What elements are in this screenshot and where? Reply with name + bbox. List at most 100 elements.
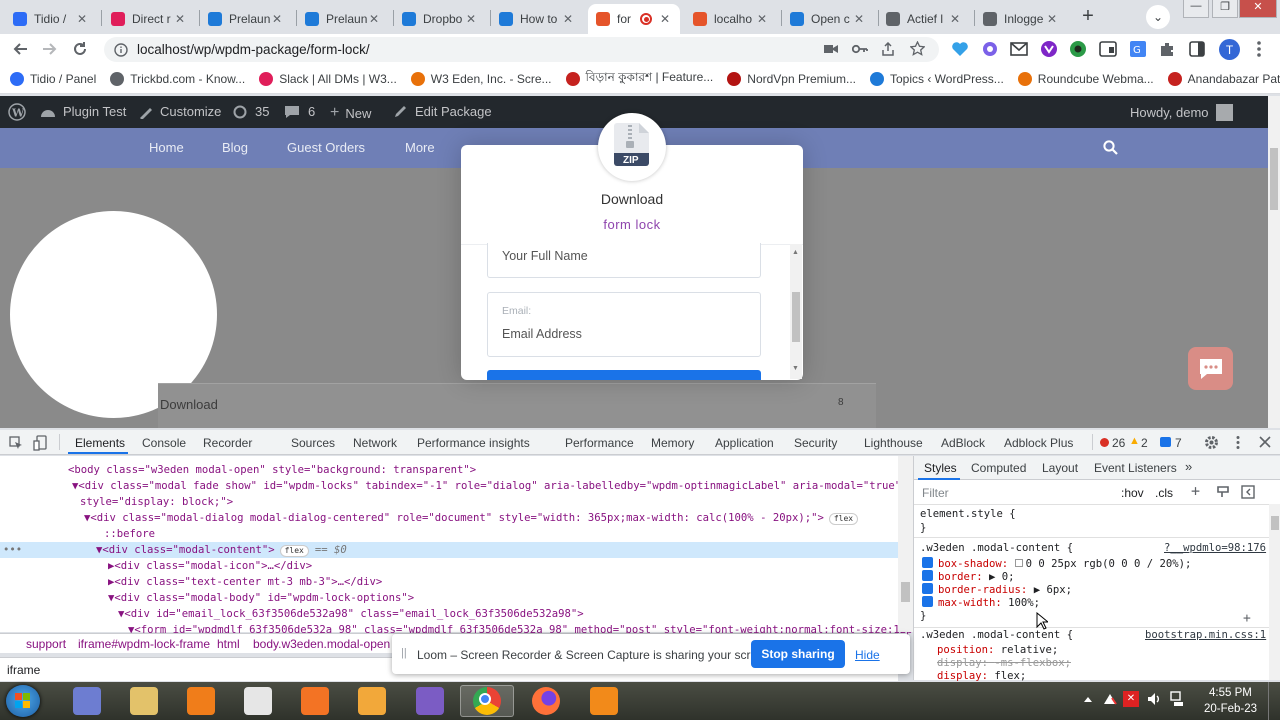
close-tab-icon[interactable]: ✕	[367, 12, 381, 26]
flex-badge[interactable]: flex	[279, 545, 309, 557]
admin-updates-link[interactable]: 35	[232, 104, 269, 119]
close-tab-icon[interactable]: ✕	[658, 12, 672, 26]
close-tab-icon[interactable]: ✕	[464, 12, 478, 26]
browser-tab[interactable]: How to ✕	[491, 4, 583, 34]
dom-node-line[interactable]: ▼<div class="modal-dialog modal-dialog-c…	[84, 510, 859, 526]
browser-tab[interactable]: Dropbo ✕	[394, 4, 486, 34]
tab-recorder[interactable]: Recorder	[203, 436, 252, 450]
taskbar-app-chrome[interactable]	[460, 685, 514, 717]
crumb-body[interactable]: body.w3eden.modal-open	[253, 637, 390, 651]
bookmark-item[interactable]: Roundcube Webma...	[1017, 71, 1154, 86]
info-icon[interactable]	[114, 42, 128, 57]
dom-node-line[interactable]: ▶<div class="modal-icon">…</div>	[108, 558, 312, 574]
rule2-prop-1[interactable]: display: -ms-flexbox;	[937, 657, 1071, 670]
email-field[interactable]: Email: Email Address	[487, 292, 761, 357]
tab-elements[interactable]: Elements	[75, 436, 125, 450]
nav-blog[interactable]: Blog	[222, 140, 248, 155]
browser-tab[interactable]: Inlogge ✕	[975, 4, 1067, 34]
rule2-source-link[interactable]: bootstrap.min.css:1	[1145, 629, 1266, 642]
address-bar[interactable]: localhost/wp/wpdm-package/form-lock/	[104, 37, 939, 62]
browser-tab[interactable]: Tidio / ✕	[5, 4, 97, 34]
browser-tab[interactable]: Prelaun ✕	[200, 4, 292, 34]
modal-scrollbar[interactable]: ▲ ▼	[790, 244, 802, 379]
submit-button[interactable]	[487, 370, 761, 380]
styles-scrollbar[interactable]	[1269, 504, 1280, 680]
clock-time[interactable]: 4:55 PM	[1209, 687, 1252, 699]
elements-scrollbar[interactable]	[898, 456, 913, 632]
translate-icon[interactable]: G	[1129, 40, 1147, 58]
dom-node-line[interactable]: ▶<div class="text-center mt-3 mb-3">…</d…	[108, 574, 382, 590]
rule1-prop-1-checkbox[interactable]	[922, 570, 933, 581]
dom-node-line[interactable]: ▼<div class="modal-content"> flex == $0 •••	[0, 542, 898, 558]
taskbar-app-file-manager[interactable]	[117, 685, 171, 717]
show-desktop-button[interactable]	[1268, 682, 1280, 720]
minimize-window-icon[interactable]: —	[1183, 0, 1209, 18]
modal-scroll-thumb[interactable]	[792, 292, 800, 342]
bookmark-item[interactable]: W3 Eden, Inc. - Scre...	[410, 71, 552, 86]
extension-heart-icon[interactable]	[951, 40, 969, 58]
new-tab-button[interactable]: +	[1076, 5, 1100, 29]
close-tab-icon[interactable]: ✕	[75, 12, 89, 26]
tab-application[interactable]: Application	[715, 436, 774, 450]
error-icon[interactable]	[1100, 438, 1109, 447]
browser-tab[interactable]: Prelaun ✕	[297, 4, 389, 34]
clock-date[interactable]: 20-Feb-23	[1204, 703, 1257, 715]
dom-node-line[interactable]: style="display: block;">	[80, 494, 233, 510]
close-devtools-icon[interactable]	[1259, 436, 1271, 448]
wordpress-logo-icon[interactable]: W	[8, 103, 26, 121]
scroll-down-icon[interactable]: ▼	[792, 365, 799, 372]
extension-green-icon[interactable]	[1069, 40, 1087, 58]
browser-tab[interactable]: Open c ✕	[782, 4, 874, 34]
extensions-puzzle-icon[interactable]	[1159, 41, 1175, 57]
hover-state-toggle[interactable]: :hov	[1121, 486, 1144, 500]
crumb-support[interactable]: support	[26, 637, 66, 651]
action-center-icon[interactable]	[1103, 692, 1117, 706]
side-panel-icon[interactable]	[1189, 41, 1205, 57]
message-count[interactable]: 7	[1175, 436, 1182, 450]
close-tab-icon[interactable]: ✕	[173, 12, 187, 26]
shadow-editor-icon[interactable]	[1014, 559, 1023, 567]
dom-node-line[interactable]: ▼<div class="modal-body" id="wpdm-lock-o…	[108, 590, 414, 606]
close-tab-icon[interactable]: ✕	[270, 12, 284, 26]
inspect-element-icon[interactable]	[9, 436, 23, 450]
camera-icon[interactable]	[824, 43, 838, 55]
rule1-source-link[interactable]: ?__wpdmlo=98:176	[1164, 542, 1266, 555]
page-scroll-thumb[interactable]	[1270, 148, 1278, 210]
rule1-prop-2[interactable]: border-radius: ▶ 6px;	[922, 583, 1072, 596]
flex-badge[interactable]: flex	[828, 513, 859, 525]
bookmark-item[interactable]: Tidio / Panel	[10, 71, 96, 86]
browser-tab[interactable]: localho ✕	[685, 4, 777, 34]
browser-tab[interactable]: for ✕	[588, 4, 680, 34]
close-tab-icon[interactable]: ✕	[755, 12, 769, 26]
node-actions-icon[interactable]: •••	[3, 542, 22, 558]
nav-more[interactable]: More	[405, 140, 435, 155]
bookmark-item[interactable]: NordVpn Premium...	[727, 71, 856, 86]
nav-home[interactable]: Home	[149, 140, 184, 155]
rule1-prop-2-checkbox[interactable]	[922, 583, 933, 594]
tab-adblock-plus[interactable]: Adblock Plus	[1004, 436, 1073, 450]
dom-node-line[interactable]: ::before	[104, 526, 155, 542]
page-scrollbar[interactable]	[1268, 96, 1280, 428]
tab-security[interactable]: Security	[794, 436, 837, 450]
taskbar-app-library[interactable]	[231, 685, 285, 717]
styles-scroll-thumb[interactable]	[1271, 516, 1279, 530]
network-icon[interactable]	[1170, 691, 1184, 707]
tab-sources[interactable]: Sources	[291, 436, 335, 450]
close-tab-icon[interactable]: ✕	[948, 12, 962, 26]
close-tab-icon[interactable]: ✕	[561, 12, 575, 26]
rule1-prop-3-checkbox[interactable]	[922, 596, 933, 607]
taskbar-app-visual-studio[interactable]	[403, 685, 457, 717]
rule1-prop-0[interactable]: box-shadow: 0 0 25px rgb(0 0 0 / 20%);	[922, 557, 1191, 570]
admin-new-link[interactable]: + New	[330, 104, 371, 122]
rule2-selector[interactable]: .w3eden .modal-content {	[920, 629, 1073, 642]
device-toolbar-icon[interactable]	[33, 435, 47, 451]
taskbar-app-firefox[interactable]	[519, 685, 573, 717]
tab-performance-insights[interactable]: Performance insights	[417, 436, 530, 450]
tab-styles[interactable]: Styles	[924, 461, 957, 475]
tab-search-dropdown-icon[interactable]: ⌄	[1146, 5, 1170, 29]
dom-node-line[interactable]: ▼<div class="modal fade show" id="wpdm-l…	[72, 478, 901, 494]
admin-customize-link[interactable]: Customize	[138, 104, 221, 119]
tab-performance[interactable]: Performance	[565, 436, 634, 450]
browser-menu-icon[interactable]	[1256, 40, 1262, 58]
rule1-selector[interactable]: .w3eden .modal-content {	[920, 542, 1073, 555]
